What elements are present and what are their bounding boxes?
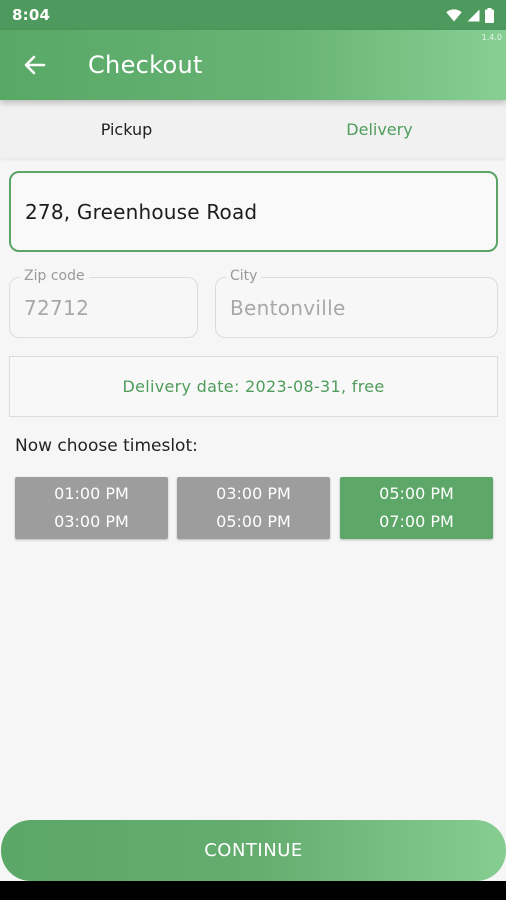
timeslot-option-selected[interactable]: 05:00 PM 07:00 PM xyxy=(340,477,493,539)
zip-code-value: 72712 xyxy=(24,295,90,320)
zip-code-label: Zip code xyxy=(20,268,89,284)
status-icons xyxy=(446,7,494,23)
signal-icon xyxy=(467,9,480,21)
address-input[interactable]: 278, Greenhouse Road xyxy=(9,171,498,252)
timeslot-heading: Now choose timeslot: xyxy=(15,436,198,456)
page-title: Checkout xyxy=(88,51,203,79)
address-value: 278, Greenhouse Road xyxy=(25,199,258,224)
wifi-icon xyxy=(446,8,462,21)
status-bar: 8:04 xyxy=(0,0,506,30)
timeslot-option[interactable]: 01:00 PM 03:00 PM xyxy=(15,477,168,539)
app-bar: Checkout 1.4.0 xyxy=(0,30,506,100)
timeslot-start: 03:00 PM xyxy=(216,484,291,503)
city-value: Bentonville xyxy=(230,295,346,320)
status-time: 8:04 xyxy=(12,6,51,24)
timeslot-end: 05:00 PM xyxy=(216,512,291,531)
system-nav-bar xyxy=(0,881,506,900)
tab-pickup[interactable]: Pickup xyxy=(0,100,253,158)
version-tag: 1.4.0 xyxy=(481,33,502,42)
timeslot-end: 03:00 PM xyxy=(54,512,129,531)
timeslot-end: 07:00 PM xyxy=(379,512,454,531)
city-label: City xyxy=(226,268,262,284)
delivery-mode-tabs: Pickup Delivery xyxy=(0,100,506,158)
zip-code-field[interactable]: Zip code 72712 xyxy=(9,268,198,338)
delivery-date-info: Delivery date: 2023-08-31, free xyxy=(9,356,498,417)
battery-icon xyxy=(485,7,494,23)
checkout-screen: 8:04 Checkout 1.4.0 Pickup Delivery 278,… xyxy=(0,0,506,900)
continue-button[interactable]: CONTINUE xyxy=(1,820,506,881)
back-button[interactable] xyxy=(0,30,70,100)
arrow-left-icon xyxy=(24,55,46,75)
tab-delivery[interactable]: Delivery xyxy=(253,100,506,158)
timeslot-option[interactable]: 03:00 PM 05:00 PM xyxy=(177,477,330,539)
city-field[interactable]: City Bentonville xyxy=(215,268,498,338)
timeslot-start: 01:00 PM xyxy=(54,484,129,503)
timeslot-start: 05:00 PM xyxy=(379,484,454,503)
